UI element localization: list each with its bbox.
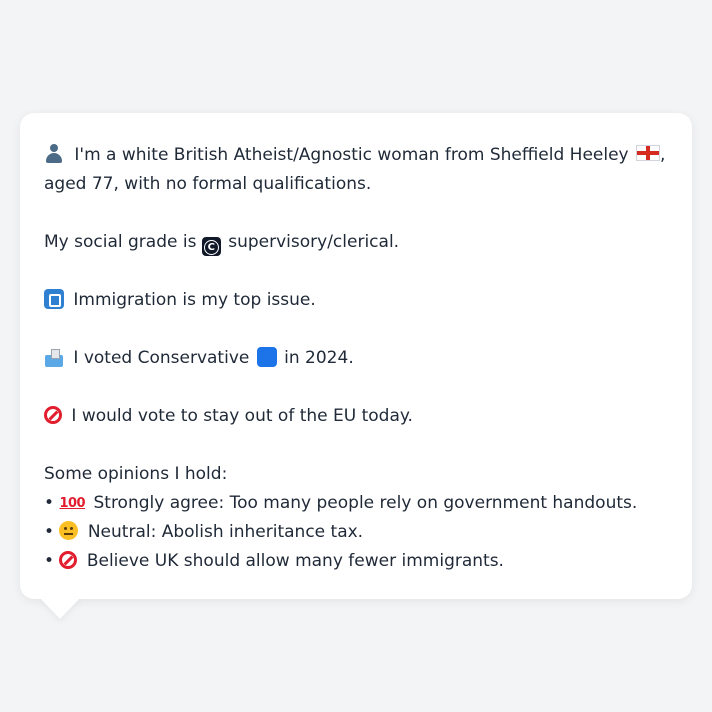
social-grade-line: My social grade is C supervisory/clerica…: [44, 228, 668, 257]
eu-text: I would vote to stay out of the EU today…: [66, 406, 413, 426]
identity-line-2: aged 77, with no formal qualifications.: [44, 174, 372, 194]
opinion-item: • Neutral: Abolish inheritance tax.: [44, 518, 668, 547]
opinion-item: • 100 Strongly agree: Too many people re…: [44, 489, 668, 518]
identity-text: I'm a white British Atheist/Agnostic wom…: [69, 145, 635, 165]
person-silhouette-icon: [44, 143, 64, 163]
opinions-heading: Some opinions I hold:: [44, 464, 228, 484]
bullet: •: [44, 551, 60, 571]
social-grade-suffix: supervisory/clerical.: [222, 232, 400, 252]
identity-comma: ,: [660, 145, 666, 165]
vote-line: I voted Conservative in 2024.: [44, 344, 668, 373]
hundred-points-icon: 100: [59, 496, 86, 511]
opinion-item: • Believe UK should allow many fewer imm…: [44, 547, 668, 576]
bullet: •: [44, 522, 60, 542]
vote-prefix: I voted Conservative: [68, 348, 255, 368]
message-bubble: I'm a white British Atheist/Agnostic wom…: [20, 113, 692, 599]
england-flag-icon: [636, 145, 661, 161]
letter-c-glyph: C: [203, 240, 219, 255]
passport-control-icon: [44, 289, 64, 309]
identity-line-1: I'm a white British Atheist/Agnostic wom…: [44, 141, 668, 170]
opinion-text: Neutral: Abolish inheritance tax.: [82, 522, 364, 542]
social-grade-prefix: My social grade is: [44, 232, 202, 252]
bullet: •: [44, 493, 60, 513]
opinion-text: Strongly agree: Too many people rely on …: [88, 493, 638, 513]
bubble-tail: [40, 598, 80, 619]
top-issue-line: Immigration is my top issue.: [44, 286, 668, 315]
letter-c-icon: C: [201, 237, 221, 256]
neutral-face-icon: [59, 521, 79, 540]
no-entry-icon: [44, 406, 62, 424]
top-issue-text: Immigration is my top issue.: [68, 290, 316, 310]
eu-line: I would vote to stay out of the EU today…: [44, 402, 668, 431]
opinion-text: Believe UK should allow many fewer immig…: [81, 551, 504, 571]
ballot-box-icon: [44, 347, 64, 367]
no-entry-icon: [59, 551, 78, 569]
blue-square-icon: [256, 347, 277, 367]
vote-suffix: in 2024.: [278, 348, 354, 368]
